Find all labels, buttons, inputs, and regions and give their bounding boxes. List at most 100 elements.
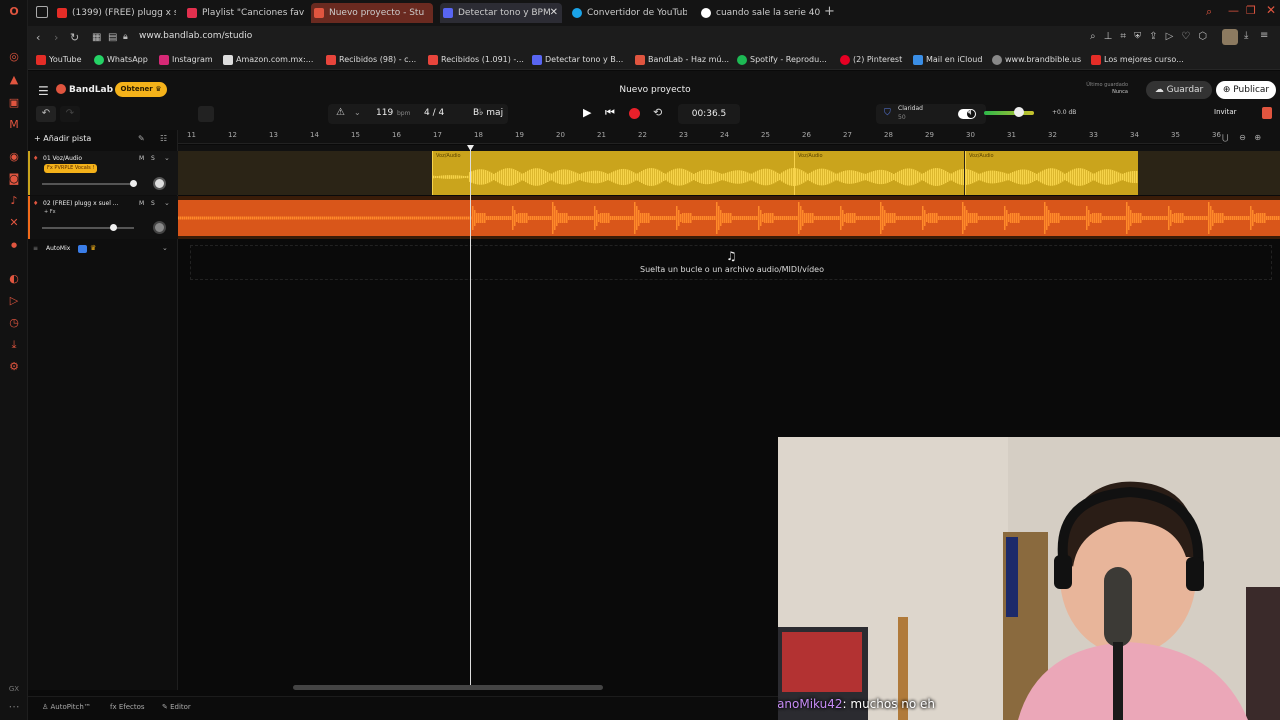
zoom-out-icon[interactable]: ⊖ bbox=[1239, 133, 1246, 142]
whatsapp-icon[interactable]: ◉ bbox=[7, 150, 21, 164]
track-2-lane[interactable] bbox=[178, 196, 1280, 239]
redo-button[interactable]: ↷ bbox=[60, 106, 80, 122]
volume-slider[interactable] bbox=[42, 183, 134, 185]
bookmark[interactable]: BandLab - Haz mú... bbox=[635, 50, 729, 70]
wallet-icon[interactable]: ▣ bbox=[7, 96, 21, 110]
crop-icon[interactable]: ⌗ bbox=[1120, 31, 1134, 42]
instagram-icon[interactable]: ◙ bbox=[7, 172, 21, 186]
tiktok-icon[interactable]: ♪ bbox=[7, 194, 21, 208]
tab-overview-icon[interactable] bbox=[36, 6, 48, 18]
bookmark[interactable]: YouTube bbox=[36, 50, 82, 70]
play-icon[interactable]: ▷ bbox=[1166, 31, 1182, 42]
volume-knob[interactable] bbox=[130, 180, 137, 187]
invitar-button[interactable]: Invitar bbox=[1214, 108, 1237, 116]
close-tab-icon[interactable]: ✕ bbox=[550, 3, 558, 23]
horizontal-scrollbar[interactable] bbox=[293, 685, 603, 690]
mute-button[interactable]: M bbox=[139, 155, 144, 162]
add-track-button[interactable]: + Añadir pista bbox=[34, 134, 91, 143]
publicar-button[interactable]: ⊕ Publicar bbox=[1216, 81, 1276, 99]
menu-icon[interactable]: ≡ bbox=[1260, 30, 1268, 41]
maximize-icon[interactable]: ❐ bbox=[1246, 4, 1256, 17]
pencil-icon[interactable]: ✎ bbox=[138, 134, 145, 143]
bookmark[interactable]: Recibidos (98) - c... bbox=[326, 50, 416, 70]
gx-icon[interactable]: GX bbox=[7, 682, 21, 696]
close-window-icon[interactable]: ✕ bbox=[1266, 3, 1276, 17]
bookmark[interactable]: Detectar tono y B... bbox=[532, 50, 623, 70]
music-icon[interactable]: ◐ bbox=[7, 272, 21, 286]
bookmark[interactable]: WhatsApp bbox=[94, 50, 148, 70]
bookmark[interactable]: Mail en iCloud bbox=[913, 50, 982, 70]
tab-convertidor[interactable]: Convertidor de YouTube bbox=[569, 3, 687, 23]
track-fx-badge[interactable]: Fx PVRPLE Vocals ! bbox=[44, 164, 98, 173]
volume-knob[interactable] bbox=[110, 224, 117, 231]
more-icon[interactable]: ⋯ bbox=[7, 700, 21, 714]
drop-zone[interactable]: ♫ Suelta un bucle o un archivo audio/MID… bbox=[190, 245, 1272, 280]
pin-icon[interactable]: ⊥ bbox=[1104, 31, 1121, 42]
heart-icon[interactable]: ♡ bbox=[1181, 31, 1198, 42]
dot-icon[interactable]: ● bbox=[7, 238, 21, 252]
audio-clip[interactable]: Voz/Audio bbox=[432, 151, 794, 195]
metronome-icon[interactable]: ⚠ bbox=[336, 107, 345, 118]
messenger-icon[interactable]: ◎ bbox=[7, 50, 21, 64]
skip-back-button[interactable]: ⏮ bbox=[605, 106, 615, 120]
mute-button[interactable]: M bbox=[139, 200, 144, 207]
bookmark[interactable]: www.brandbible.us bbox=[992, 50, 1081, 70]
notifications-icon[interactable] bbox=[1262, 107, 1272, 119]
extensions-icon[interactable]: ⬡ bbox=[1198, 31, 1215, 42]
chevron-down-icon[interactable]: ⌄ bbox=[164, 154, 170, 162]
opera-logo-icon[interactable]: O bbox=[7, 5, 21, 19]
bandlab-logo[interactable]: BandLab bbox=[69, 85, 113, 95]
master-volume-slider[interactable] bbox=[984, 111, 1034, 115]
snapshot-icon[interactable]: ▦ bbox=[92, 32, 101, 43]
settings-icon[interactable]: ⚙ bbox=[7, 360, 21, 374]
back-icon[interactable]: ‹ bbox=[36, 31, 40, 44]
shield-icon[interactable]: ⛨ bbox=[1134, 31, 1149, 42]
undo-button[interactable]: ↶ bbox=[36, 106, 56, 122]
project-title[interactable]: Nuevo proyecto bbox=[555, 85, 755, 95]
tab-youtube[interactable]: (1399) (FREE) plugg x sue bbox=[54, 3, 176, 23]
bookmark[interactable]: Recibidos (1.091) -... bbox=[428, 50, 524, 70]
pan-knob[interactable] bbox=[153, 221, 166, 234]
vpn-icon[interactable]: ▤ bbox=[108, 32, 117, 43]
loop-button[interactable]: ⟲ bbox=[653, 106, 662, 119]
zoom-in-icon[interactable]: ⊕ bbox=[1254, 133, 1261, 142]
track-1-header[interactable]: ♦ 01 Voz/Audio Fx PVRPLE Vocals ! M S ⌄ bbox=[28, 151, 178, 195]
editor-button[interactable]: ✎ Editor bbox=[162, 703, 191, 711]
reload-icon[interactable]: ↻ bbox=[70, 31, 79, 44]
track-name[interactable]: 01 Voz/Audio bbox=[43, 155, 123, 162]
obtener-button[interactable]: Obtener ♛ bbox=[115, 82, 167, 97]
bookmark[interactable]: Instagram bbox=[159, 50, 213, 70]
player-icon[interactable]: ▷ bbox=[7, 294, 21, 308]
solo-button[interactable]: S bbox=[151, 200, 155, 207]
share-icon[interactable]: ⇪ bbox=[1149, 31, 1165, 42]
bookmark[interactable]: (2) Pinterest bbox=[840, 50, 902, 70]
url-field[interactable]: www.bandlab.com/studio bbox=[139, 31, 252, 41]
time-signature[interactable]: 4 / 4 bbox=[424, 108, 444, 118]
download-toolbar-icon[interactable]: ⤓ bbox=[1244, 30, 1248, 41]
new-tab-icon[interactable]: + bbox=[824, 4, 835, 19]
forward-icon[interactable]: › bbox=[54, 31, 58, 44]
history-icon[interactable]: ◷ bbox=[7, 316, 21, 330]
track-name[interactable]: 02 (FREE) plugg x suel ... bbox=[43, 200, 133, 207]
bookmark[interactable]: Amazon.com.mx:... bbox=[223, 50, 313, 70]
chevron-down-icon[interactable]: ⌄ bbox=[162, 244, 168, 252]
metronome-box-button[interactable] bbox=[198, 106, 214, 122]
track-2-header[interactable]: ♦ 02 (FREE) plugg x suel ... + Fx M S ⌄ bbox=[28, 196, 178, 239]
audio-clip[interactable]: Voz/Audio bbox=[794, 151, 964, 195]
tab-bandlab[interactable]: Nuevo proyecto - Stu bbox=[311, 3, 433, 23]
minimize-icon[interactable]: — bbox=[1228, 4, 1239, 17]
volume-slider[interactable] bbox=[42, 227, 134, 229]
bookmark[interactable]: Spotify - Reprodu... bbox=[737, 50, 827, 70]
tab-detectar[interactable]: Detectar tono y BPM ✕ bbox=[440, 3, 562, 23]
profile-avatar[interactable] bbox=[1222, 29, 1238, 45]
automix-row[interactable]: ≡ AutoMix ♛ ⌄ bbox=[28, 242, 178, 258]
bag-icon[interactable]: ▲ bbox=[7, 73, 21, 87]
hamburger-icon[interactable]: ☰ bbox=[38, 84, 49, 98]
tab-playlist[interactable]: Playlist "Canciones favor bbox=[184, 3, 304, 23]
play-button[interactable]: ▶ bbox=[583, 106, 591, 119]
list-icon[interactable]: ☷ bbox=[160, 134, 167, 143]
tab-google[interactable]: cuando sale la serie 4000 bbox=[698, 3, 820, 23]
chevron-down-icon[interactable]: ⌄ bbox=[354, 108, 361, 117]
bpm-value[interactable]: 119 bbox=[376, 108, 393, 118]
efectos-button[interactable]: fx Efectos bbox=[110, 703, 145, 711]
